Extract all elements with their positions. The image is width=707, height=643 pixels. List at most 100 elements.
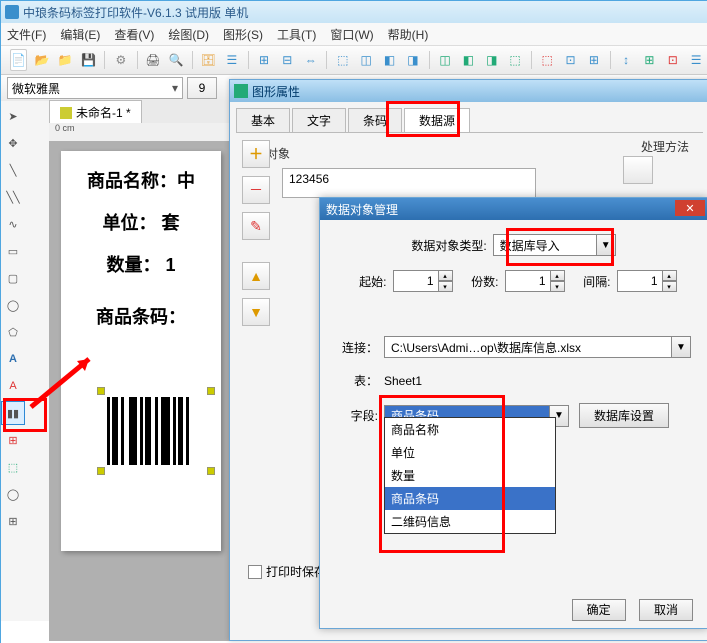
start-input[interactable]: 1 xyxy=(393,270,439,292)
ellipse-icon[interactable]: ◯ xyxy=(1,293,25,317)
text-icon[interactable]: A xyxy=(1,347,25,371)
process-add-button[interactable] xyxy=(623,156,653,184)
open2-icon[interactable]: 📁 xyxy=(57,49,74,71)
canvas[interactable]: 商品名称：中 单位： 套 数量： 1 商品条码： xyxy=(49,141,229,641)
tab-text[interactable]: 文字 xyxy=(292,108,346,132)
menu-window[interactable]: 窗口(W) xyxy=(330,26,373,43)
save-icon[interactable]: 💾 xyxy=(80,49,97,71)
sel2-icon[interactable]: ⊡ xyxy=(562,49,579,71)
db-icon[interactable]: 🗄 xyxy=(200,49,217,71)
misc2-icon[interactable]: ⊞ xyxy=(641,49,658,71)
qrcode-icon[interactable]: ⊞ xyxy=(1,428,25,452)
barcode-object[interactable] xyxy=(101,391,211,471)
data-object-manage-dialog: 数据对象管理 ✕ 数据对象类型: 数据库导入 ▼ 起始: 1 ▴▾ 份数: 1 … xyxy=(319,197,707,629)
rect-icon[interactable]: ▭ xyxy=(1,239,25,263)
sel3-icon[interactable]: ⊞ xyxy=(585,49,602,71)
menu-view[interactable]: 查看(V) xyxy=(114,26,154,43)
graphic-properties-title[interactable]: 图形属性 xyxy=(230,80,707,102)
gap-input[interactable]: 1 xyxy=(617,270,663,292)
image-icon[interactable]: ⬚ xyxy=(1,455,25,479)
field-option-4[interactable]: 二维码信息 xyxy=(385,510,555,533)
layout2-icon[interactable]: ◫ xyxy=(358,49,375,71)
move-up-button[interactable]: ▲ xyxy=(242,262,270,290)
label-line-4: 商品条码： xyxy=(61,303,221,329)
cancel-button[interactable]: 取消 xyxy=(639,599,693,621)
titlebar: 中琅条码标签打印软件-V6.1.3 试用版 单机 xyxy=(1,1,707,23)
field-dropdown-list[interactable]: 商品名称 单位 数量 商品条码 二维码信息 xyxy=(384,417,556,534)
polyline-icon[interactable]: ╲╲ xyxy=(1,185,25,209)
print-save-checkbox[interactable]: 打印时保存 xyxy=(248,563,326,580)
conn-dropdown-trigger[interactable]: ▼ xyxy=(672,336,691,358)
print-icon[interactable]: 🖨 xyxy=(144,49,161,71)
curve-icon[interactable]: ∿ xyxy=(1,212,25,236)
data-object-value: 123456 xyxy=(289,172,329,186)
gap-spinner[interactable]: ▴▾ xyxy=(663,270,677,292)
checkbox-icon xyxy=(248,565,262,579)
sel1-icon[interactable]: ⬚ xyxy=(539,49,556,71)
move-icon[interactable]: ✥ xyxy=(1,131,25,155)
gap-label: 间隔: xyxy=(565,273,611,290)
ok-button[interactable]: 确定 xyxy=(572,599,626,621)
pointer-icon[interactable]: ➤ xyxy=(1,104,25,128)
menu-help[interactable]: 帮助(H) xyxy=(388,26,429,43)
close-button[interactable]: ✕ xyxy=(675,200,705,216)
green2-icon[interactable]: ◧ xyxy=(460,49,477,71)
grid3-icon[interactable]: ⊞ xyxy=(1,509,25,533)
font-size-select[interactable]: 9 xyxy=(187,77,217,99)
script-icon[interactable]: ☰ xyxy=(223,49,240,71)
data-object-manage-title[interactable]: 数据对象管理 ✕ xyxy=(320,198,707,220)
menu-edit[interactable]: 编辑(E) xyxy=(60,26,100,43)
tab-datasource[interactable]: 数据源 xyxy=(404,108,470,132)
field-option-1[interactable]: 单位 xyxy=(385,441,555,464)
open-icon[interactable]: 📂 xyxy=(33,49,50,71)
green3-icon[interactable]: ◨ xyxy=(483,49,500,71)
layout3-icon[interactable]: ◧ xyxy=(381,49,398,71)
green1-icon[interactable]: ◫ xyxy=(436,49,453,71)
menu-file[interactable]: 文件(F) xyxy=(7,26,46,43)
remove-button[interactable]: － xyxy=(242,176,270,204)
circle2-icon[interactable]: ◯ xyxy=(1,482,25,506)
misc4-icon[interactable]: ☰ xyxy=(687,49,704,71)
doc-nav-strip xyxy=(25,101,50,621)
field-option-3[interactable]: 商品条码 xyxy=(385,487,555,510)
type-dropdown-trigger[interactable]: ▼ xyxy=(597,234,616,256)
grid2-icon[interactable]: ⊟ xyxy=(279,49,296,71)
move-down-button[interactable]: ▼ xyxy=(242,298,270,326)
count-label: 份数: xyxy=(453,273,499,290)
tab-basic[interactable]: 基本 xyxy=(236,108,290,132)
misc3-icon[interactable]: ⊡ xyxy=(664,49,681,71)
align-icon[interactable]: ⇔ xyxy=(302,49,319,71)
richtext-icon[interactable]: A xyxy=(1,374,25,398)
layout1-icon[interactable]: ⬚ xyxy=(334,49,351,71)
db-settings-button[interactable]: 数据库设置 xyxy=(579,403,669,428)
conn-select[interactable]: C:\Users\Admi…op\数据库信息.xlsx xyxy=(384,336,672,358)
field-option-0[interactable]: 商品名称 xyxy=(385,418,555,441)
polygon-icon[interactable]: ⬠ xyxy=(1,320,25,344)
data-object-list[interactable]: 123456 xyxy=(282,168,536,198)
field-option-2[interactable]: 数量 xyxy=(385,464,555,487)
misc1-icon[interactable]: ↕ xyxy=(617,49,634,71)
type-select[interactable]: 数据库导入 xyxy=(493,234,597,256)
layout4-icon[interactable]: ◨ xyxy=(404,49,421,71)
new-icon[interactable]: 📄 xyxy=(10,49,27,71)
start-spinner[interactable]: ▴▾ xyxy=(439,270,453,292)
menu-tool[interactable]: 工具(T) xyxy=(277,26,316,43)
print-save-label: 打印时保存 xyxy=(266,563,326,580)
roundrect-icon[interactable]: ▢ xyxy=(1,266,25,290)
preview-icon[interactable]: 🔍 xyxy=(168,49,185,71)
barcode-icon[interactable]: ▮▮ xyxy=(1,401,25,425)
font-name-select[interactable]: 微软雅黑 xyxy=(7,77,183,99)
add-button[interactable]: ＋ xyxy=(242,140,270,168)
count-input[interactable]: 1 xyxy=(505,270,551,292)
line-icon[interactable]: ╲ xyxy=(1,158,25,182)
zoomfit-icon[interactable] xyxy=(27,105,47,125)
settings-icon[interactable]: ⚙ xyxy=(112,49,129,71)
edit-button[interactable]: ✎ xyxy=(242,212,270,240)
green4-icon[interactable]: ⬚ xyxy=(506,49,523,71)
count-spinner[interactable]: ▴▾ xyxy=(551,270,565,292)
grid-icon[interactable]: ⊞ xyxy=(255,49,272,71)
menu-draw[interactable]: 绘图(D) xyxy=(168,26,209,43)
tab-barcode[interactable]: 条码 xyxy=(348,108,402,132)
doc-tab-1[interactable]: 未命名-1 * xyxy=(49,100,142,124)
menu-shape[interactable]: 图形(S) xyxy=(223,26,263,43)
